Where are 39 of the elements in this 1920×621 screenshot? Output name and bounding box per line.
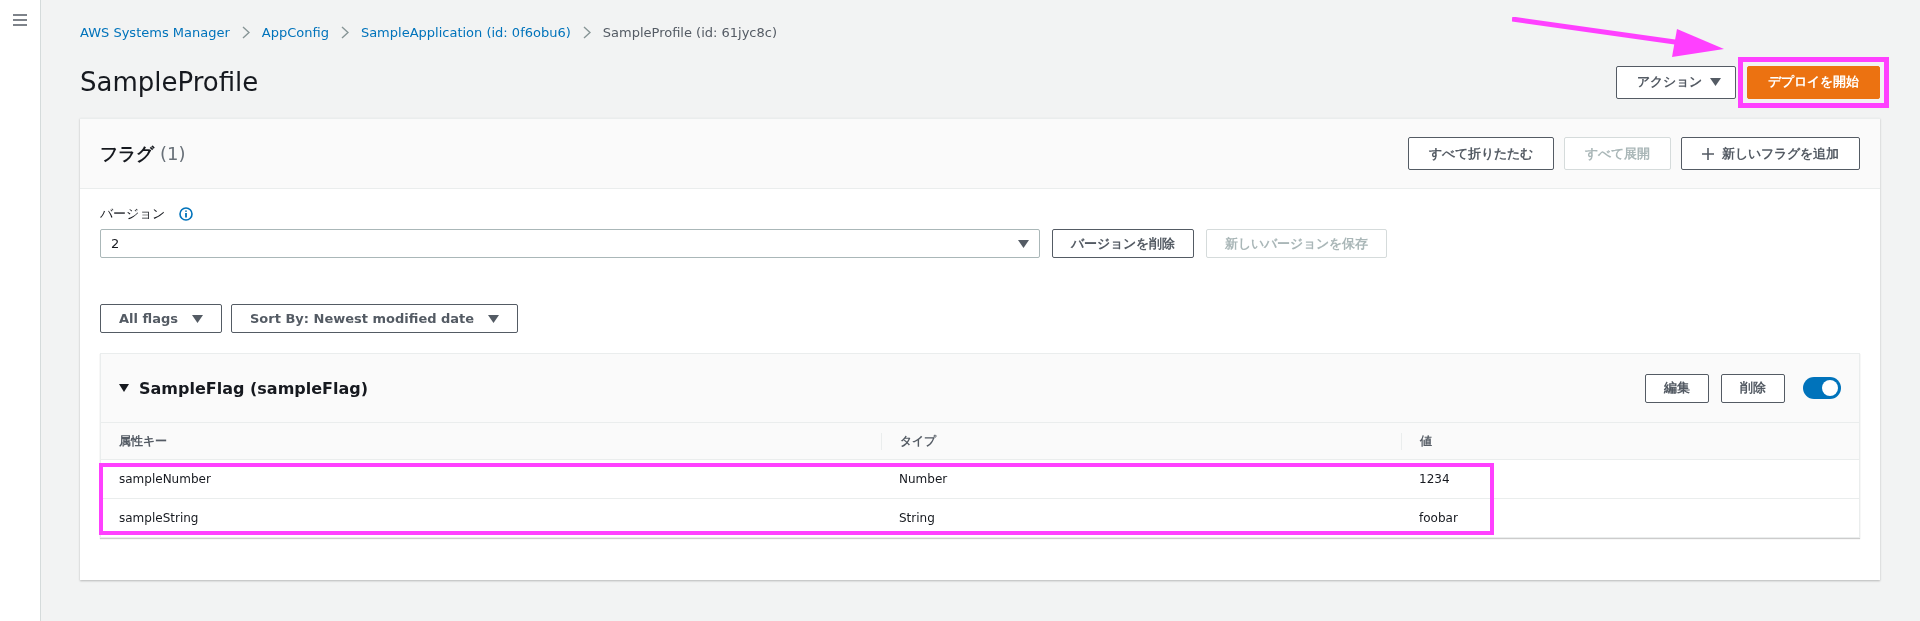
table-cell-text: String: [898, 511, 936, 525]
table-cell-text: foobar: [1418, 511, 1459, 525]
caret-down-icon[interactable]: [119, 383, 129, 393]
flag-count: (1): [160, 142, 186, 164]
chevron-right-icon: [340, 25, 349, 39]
caret-icon: [488, 314, 500, 323]
caret-icon: [1018, 239, 1029, 248]
breadcrumb-current: SampleProfile (id: 61jyc8c): [602, 24, 777, 40]
table-cell-text: 1234: [1418, 472, 1451, 486]
flag-button[interactable]: 削除: [1721, 373, 1785, 403]
flag-title: SampleFlag (sampleFlag): [139, 378, 369, 398]
version-label: バージョン: [100, 205, 165, 223]
add-flag-button[interactable]: 新しいフラグを追加: [1681, 137, 1860, 170]
menu-icon[interactable]: [13, 14, 27, 26]
column-header: 属性キー: [118, 432, 168, 450]
breadcrumb-link[interactable]: SampleApplication (id: 0f6obu6): [360, 24, 571, 40]
caret-icon: [1710, 78, 1721, 86]
page-title: SampleProfile: [80, 67, 259, 97]
column-header: 値: [1401, 432, 1859, 450]
panel-title: フラグ: [100, 142, 154, 164]
breadcrumb-link[interactable]: AppConfig: [261, 24, 329, 40]
panel-button[interactable]: すべて折りたたむ: [1408, 137, 1554, 170]
table-cell-text: sampleString: [118, 511, 200, 525]
chevron-right-icon: [241, 25, 250, 39]
caret-icon: [191, 314, 203, 323]
column-header: タイプ: [881, 432, 1401, 450]
table-cell-text: Number: [898, 472, 949, 486]
plus-icon: [1702, 147, 1714, 160]
table-cell-text: sampleNumber: [118, 472, 212, 486]
info-icon[interactable]: [179, 207, 193, 221]
filter-dropdown[interactable]: Sort By: Newest modified date: [230, 304, 519, 333]
actions-dropdown[interactable]: アクション: [1616, 65, 1736, 99]
filter-dropdown[interactable]: All flags: [100, 304, 222, 333]
flag-button[interactable]: 編集: [1645, 373, 1709, 403]
version-select[interactable]: 2: [100, 229, 1040, 258]
toggle-switch[interactable]: [1803, 377, 1841, 399]
chevron-right-icon: [582, 25, 591, 39]
version-button[interactable]: バージョンを削除: [1052, 229, 1194, 258]
breadcrumb-link[interactable]: AWS Systems Manager: [80, 24, 230, 40]
